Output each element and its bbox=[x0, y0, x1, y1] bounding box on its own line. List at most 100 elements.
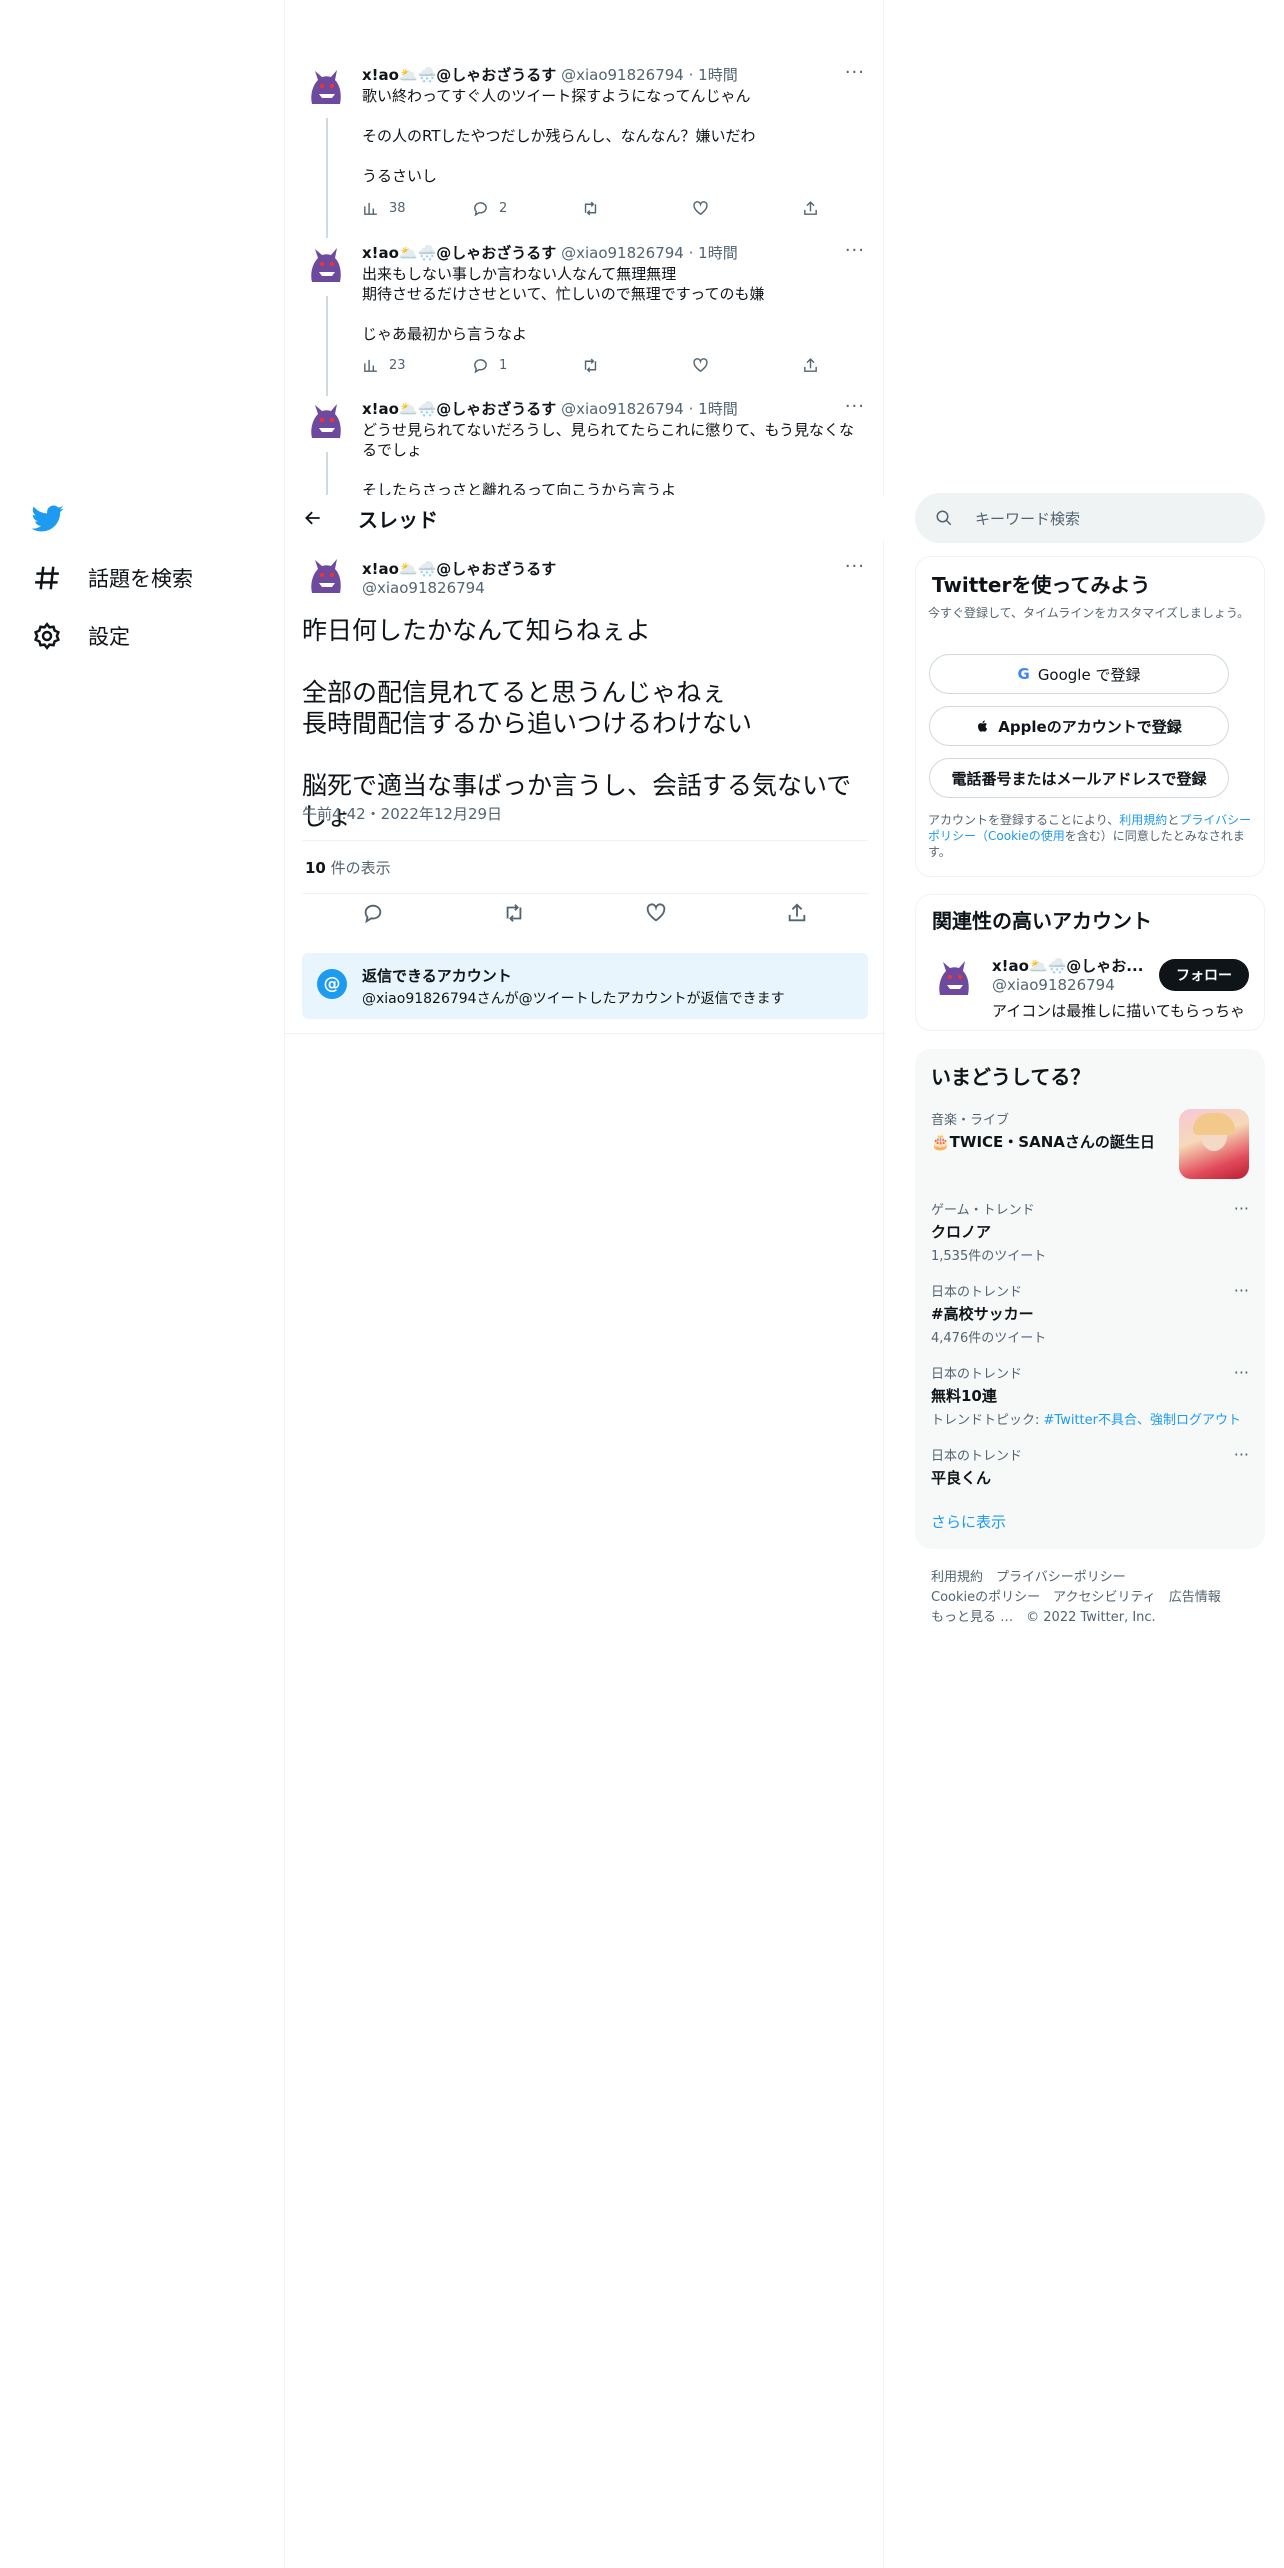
nav-settings[interactable]: 設定 bbox=[32, 621, 130, 651]
related-title: 関連性の高いアカウント bbox=[932, 909, 1152, 933]
like-button[interactable] bbox=[692, 357, 802, 374]
avatar[interactable] bbox=[302, 553, 350, 601]
heart-icon bbox=[693, 201, 708, 216]
trend-featured[interactable]: 音楽・ライブ 🎂TWICE・SANAさんの誕生日 bbox=[931, 1109, 1249, 1179]
google-signup-button[interactable]: G Google で登録 bbox=[929, 654, 1229, 694]
footer-links-line1[interactable]: 利用規約 プライバシーポリシー bbox=[931, 1566, 1126, 1585]
main-tweet-timestamp[interactable]: 午前4:42・2022年12月29日 bbox=[302, 803, 502, 824]
display-name[interactable]: x!ao🌥️🌨️@しゃおざうるす bbox=[362, 66, 556, 84]
phone-email-signup-button[interactable]: 電話番号またはメールアドレスで登録 bbox=[929, 758, 1229, 798]
bar-chart-icon bbox=[364, 359, 377, 372]
display-name[interactable]: x!ao🌥️🌨️@しゃおざうるす bbox=[362, 400, 556, 418]
footer-more-link[interactable]: もっと見る … bbox=[931, 1610, 1013, 1625]
trend-category: 日本のトレンド bbox=[931, 1367, 1023, 1382]
trend-category: 日本のトレンド bbox=[931, 1285, 1023, 1300]
main-display-name[interactable]: x!ao🌥️🌨️@しゃおざうるす bbox=[362, 558, 556, 579]
trend-item[interactable]: 日本のトレンド 平良くん ··· bbox=[931, 1445, 1249, 1488]
google-icon: G bbox=[1017, 665, 1030, 683]
nav-explore-label: 話題を検索 bbox=[88, 567, 193, 591]
twitter-logo-icon[interactable] bbox=[32, 502, 64, 534]
handle[interactable]: @xiao91826794 bbox=[561, 400, 684, 418]
terms-link[interactable]: 利用規約 bbox=[1119, 813, 1167, 827]
timestamp[interactable]: · 1時間 bbox=[689, 66, 738, 84]
apple-signup-button[interactable]: Appleのアカウントで登録 bbox=[929, 706, 1229, 746]
avatar[interactable] bbox=[302, 398, 350, 446]
gear-icon bbox=[34, 622, 60, 650]
related-account-handle[interactable]: @xiao91826794 bbox=[992, 976, 1115, 994]
share-icon bbox=[804, 201, 817, 215]
retweet-button[interactable] bbox=[582, 357, 692, 374]
handle[interactable]: @xiao91826794 bbox=[561, 66, 684, 84]
retweet-button[interactable] bbox=[582, 200, 692, 217]
reply-count: 2 bbox=[499, 201, 508, 216]
view-count: 10 件の表示 bbox=[305, 857, 391, 878]
share-button[interactable] bbox=[802, 200, 912, 217]
retweet-icon[interactable] bbox=[503, 902, 525, 924]
share-icon[interactable] bbox=[786, 902, 808, 924]
views-button[interactable]: 38 bbox=[362, 200, 472, 217]
search-placeholder[interactable]: キーワード検索 bbox=[975, 508, 1080, 529]
more-options-icon[interactable]: ··· bbox=[845, 556, 865, 577]
footer-line3: もっと見る … © 2022 Twitter, Inc. bbox=[931, 1606, 1156, 1625]
trend-category: 日本のトレンド bbox=[931, 1449, 1023, 1464]
share-button[interactable] bbox=[802, 357, 912, 374]
display-name[interactable]: x!ao🌥️🌨️@しゃおざうるす bbox=[362, 244, 556, 262]
legal-text: アカウントを登録することにより、 bbox=[928, 813, 1120, 827]
more-options-icon[interactable]: ··· bbox=[845, 62, 865, 83]
signup-card: Twitterを使ってみよう 今すぐ登録して、タイムラインをカスタマイズしましょ… bbox=[915, 556, 1265, 877]
handle[interactable]: @xiao91826794 bbox=[561, 244, 684, 262]
reply-button[interactable]: 1 bbox=[472, 357, 582, 374]
views-count: 23 bbox=[389, 358, 406, 373]
more-options-icon[interactable]: ··· bbox=[1234, 1363, 1249, 1382]
follow-button[interactable]: フォロー bbox=[1159, 959, 1249, 991]
timestamp[interactable]: · 1時間 bbox=[689, 400, 738, 418]
nav-explore[interactable]: 話題を検索 bbox=[32, 563, 193, 593]
trends-title: いまどうしてる？ bbox=[931, 1065, 1091, 1089]
trend-item[interactable]: 日本のトレンド #高校サッカー 4,476件のツイート ··· bbox=[931, 1281, 1249, 1346]
trend-topic-link[interactable]: #Twitter不具合、強制ログアウト bbox=[1044, 1413, 1241, 1428]
more-options-icon[interactable]: ··· bbox=[845, 396, 865, 417]
timestamp[interactable]: · 1時間 bbox=[689, 244, 738, 262]
google-signup-label: Google で登録 bbox=[1037, 665, 1141, 684]
views-count: 38 bbox=[389, 201, 406, 216]
avatar[interactable] bbox=[302, 242, 350, 290]
tweet-header: x!ao🌥️🌨️@しゃおざうるす @xiao91826794 · 1時間 bbox=[362, 398, 738, 419]
thread-column: x!ao🌥️🌨️@しゃおざうるす @xiao91826794 · 1時間 ···… bbox=[284, 0, 885, 2568]
show-more-link[interactable]: さらに表示 bbox=[931, 1511, 1006, 1532]
reply-restriction-notice: @ 返信できるアカウント @xiao91826794さんが@ツイートしたアカウン… bbox=[302, 953, 868, 1019]
trend-title: #高校サッカー bbox=[931, 1305, 1034, 1323]
reply-icon[interactable] bbox=[362, 902, 384, 924]
trend-item[interactable]: ゲーム・トレンド クロノア 1,535件のツイート ··· bbox=[931, 1199, 1249, 1264]
reply-icon bbox=[474, 202, 487, 217]
apple-icon bbox=[978, 720, 988, 732]
trend-topics: トレンドトピック: #Twitter不具合、強制ログアウト bbox=[931, 1409, 1249, 1428]
heart-icon[interactable] bbox=[645, 902, 667, 924]
more-options-icon[interactable]: ··· bbox=[1234, 1445, 1249, 1464]
divider bbox=[285, 1033, 885, 1034]
more-options-icon[interactable]: ··· bbox=[1234, 1199, 1249, 1218]
retweet-icon bbox=[584, 358, 597, 373]
avatar[interactable] bbox=[302, 64, 350, 112]
related-account-name[interactable]: x!ao🌥️🌨️@しゃお... bbox=[992, 955, 1143, 976]
reply-button[interactable]: 2 bbox=[472, 200, 582, 217]
thread-connector bbox=[326, 118, 328, 238]
like-button[interactable] bbox=[692, 200, 802, 217]
more-options-icon[interactable]: ··· bbox=[1234, 1281, 1249, 1300]
trend-title: 無料10連 bbox=[931, 1387, 997, 1405]
back-arrow-icon[interactable] bbox=[303, 508, 323, 528]
main-handle[interactable]: @xiao91826794 bbox=[362, 579, 485, 597]
tweet-text: 歌い終わってすぐ人のツイート探すようになってんじゃん その人のRTしたやつだしか… bbox=[362, 87, 756, 185]
more-options-icon[interactable]: ··· bbox=[845, 240, 865, 261]
trend-count: 4,476件のツイート bbox=[931, 1331, 1047, 1346]
trend-category: ゲーム・トレンド bbox=[931, 1203, 1035, 1218]
signup-title: Twitterを使ってみよう bbox=[932, 573, 1151, 597]
views-button[interactable]: 23 bbox=[362, 357, 472, 374]
trend-item[interactable]: 日本のトレンド 無料10連 トレンドトピック: #Twitter不具合、強制ログ… bbox=[931, 1363, 1249, 1428]
footer-links-line2[interactable]: Cookieのポリシー アクセシビリティ 広告情報 bbox=[931, 1586, 1221, 1605]
main-tweet-actions bbox=[302, 902, 868, 924]
hashtag-icon bbox=[35, 566, 59, 590]
search-bar[interactable]: キーワード検索 bbox=[915, 493, 1265, 543]
search-icon bbox=[936, 510, 952, 526]
view-count-label: 件の表示 bbox=[325, 859, 391, 877]
avatar[interactable] bbox=[930, 955, 978, 1003]
